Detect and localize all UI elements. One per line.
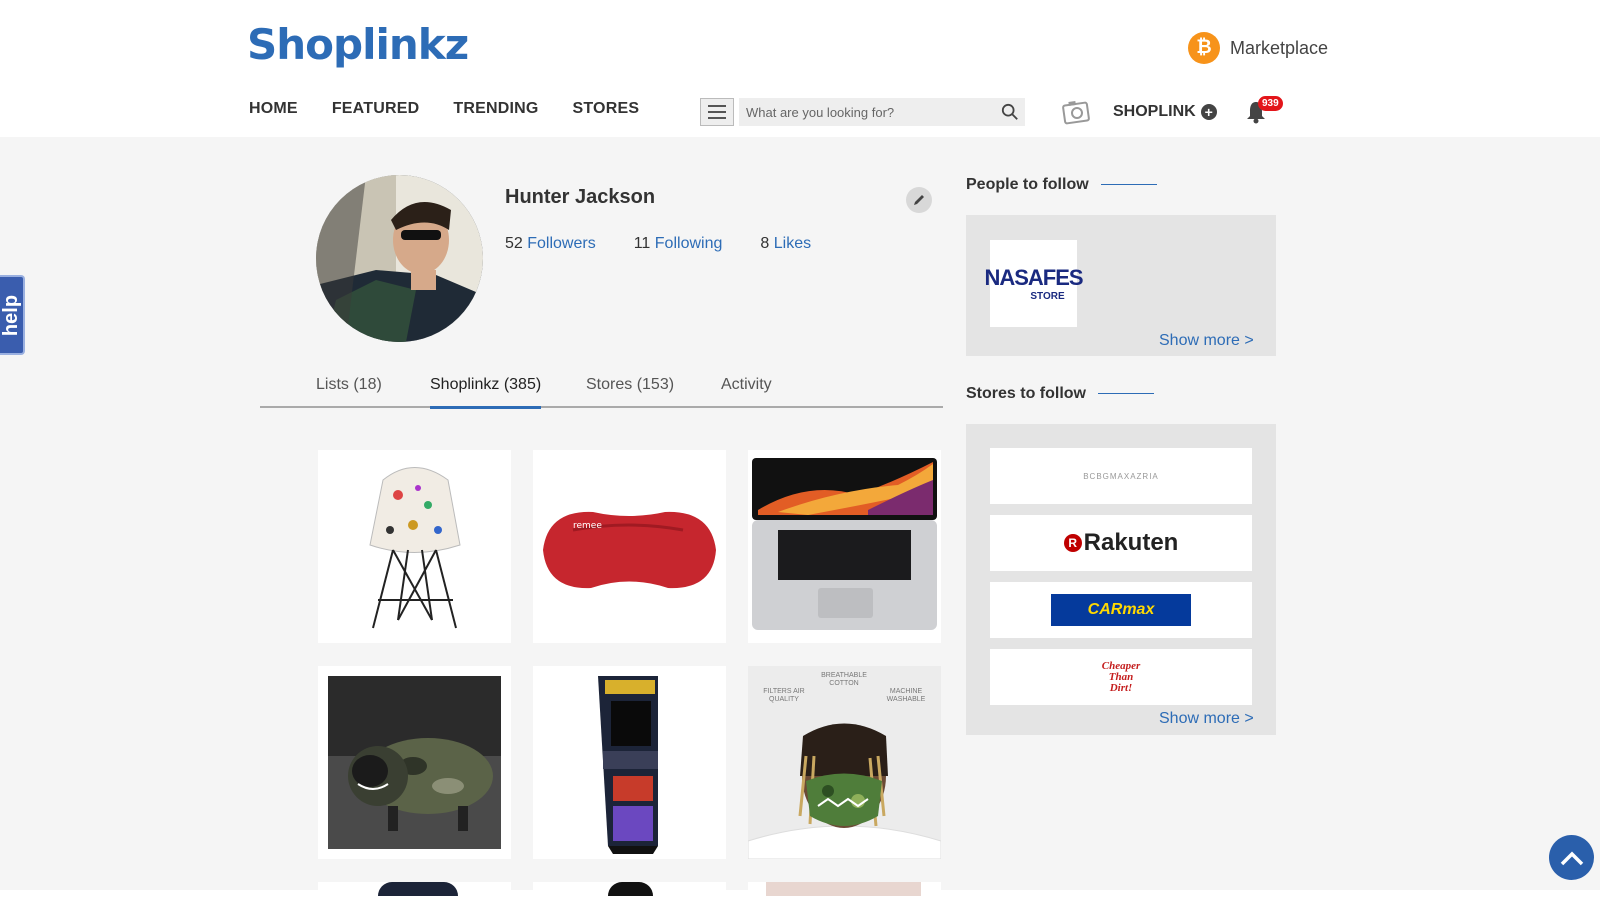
search-icon[interactable] — [1001, 103, 1019, 121]
product-card-dog-hoodie[interactable] — [318, 666, 511, 859]
nasafes-sub: STORE — [1030, 291, 1065, 302]
nasafes-name: NASAFES — [984, 265, 1083, 290]
people-to-follow-panel: NASAFES STORE Show more > — [966, 215, 1276, 356]
nav-home[interactable]: HOME — [249, 100, 298, 118]
search-input[interactable] — [739, 98, 989, 126]
tab-shoplinkz[interactable]: Shoplinkz (385) — [430, 376, 542, 409]
bitcoin-icon: ₿ — [1188, 32, 1220, 64]
store-card-bcbg[interactable]: BCBGMAXAZRIA — [990, 448, 1252, 504]
shoplink-label: SHOPLINK — [1113, 103, 1196, 120]
stores-to-follow-title: Stores to follow — [966, 385, 1154, 403]
store-name: Rakuten — [1083, 529, 1179, 556]
mask-banner-right: MACHINE WASHABLE — [886, 688, 926, 703]
store-name: CARmax — [1087, 601, 1155, 618]
scroll-to-top-button[interactable] — [1549, 835, 1594, 880]
notification-badge: 939 — [1258, 96, 1283, 111]
people-show-more-link[interactable]: Show more > — [1159, 332, 1254, 350]
edit-profile-icon[interactable] — [906, 187, 932, 213]
nav-trending[interactable]: TRENDING — [453, 100, 538, 118]
hamburger-menu-icon[interactable] — [700, 98, 734, 126]
stores-to-follow-label: Stores to follow — [966, 385, 1086, 402]
mask-banner-left: FILTERS AIR QUALITY — [763, 688, 805, 703]
profile-stats: 52 Followers 11 Following 8 Likes — [505, 235, 811, 253]
help-tab[interactable]: help — [0, 275, 25, 355]
mask-banner-center: BREATHABLE COTTON — [821, 672, 867, 687]
store-name: Cheaper Than Dirt! — [1101, 659, 1141, 694]
plus-icon: + — [1200, 104, 1217, 120]
store-name: BCBGMAXAZRIA — [1083, 471, 1159, 481]
avatar — [316, 175, 483, 342]
tab-lists[interactable]: Lists (18) — [316, 376, 382, 406]
store-card-rakuten[interactable]: R Rakuten — [990, 515, 1252, 571]
product-card-partial[interactable] — [318, 882, 511, 896]
tab-activity[interactable]: Activity — [721, 376, 772, 406]
product-card-macbook[interactable] — [748, 450, 941, 643]
marketplace-label: Marketplace — [1230, 37, 1329, 58]
help-label: help — [0, 294, 22, 336]
product-card-sleep-mask[interactable]: remee — [533, 450, 726, 643]
people-to-follow-title: People to follow — [966, 176, 1157, 194]
people-to-follow-label: People to follow — [966, 176, 1089, 193]
top-header: Shoplinkz ₿ Marketplace HOME FEATURED TR… — [0, 0, 1600, 137]
store-card-carmax[interactable]: CARmax — [990, 582, 1252, 638]
followers-link[interactable]: Followers — [527, 235, 595, 252]
profile-tabs: Lists (18) Shoplinkz (385) Stores (153) … — [260, 370, 943, 409]
followers-stat[interactable]: 52 Followers — [505, 235, 596, 253]
likes-count: 8 — [760, 235, 770, 252]
people-card-nasafes[interactable]: NASAFES STORE — [984, 240, 1084, 327]
chevron-up-icon — [1560, 851, 1583, 865]
followers-count: 52 — [505, 235, 523, 252]
likes-stat[interactable]: 8 Likes — [760, 235, 811, 253]
following-stat[interactable]: 11 Following — [634, 235, 723, 253]
svg-text:remee: remee — [573, 521, 602, 531]
nav-featured[interactable]: FEATURED — [332, 100, 420, 118]
main-nav: HOME FEATURED TRENDING STORES — [249, 100, 639, 118]
profile-name: Hunter Jackson — [505, 186, 656, 208]
rakuten-logo-icon: R — [1063, 534, 1082, 552]
product-card-partial[interactable] — [748, 882, 941, 896]
store-card-cheaper-than-dirt[interactable]: Cheaper Than Dirt! — [990, 649, 1252, 705]
product-card-chair[interactable] — [318, 450, 511, 643]
camera-icon[interactable] — [1061, 97, 1093, 127]
stores-show-more-link[interactable]: Show more > — [1159, 710, 1254, 728]
following-count: 11 — [633, 235, 651, 252]
following-link[interactable]: Following — [655, 235, 723, 252]
nav-stores[interactable]: STORES — [573, 100, 640, 118]
search-bar — [739, 98, 1025, 126]
tab-stores[interactable]: Stores (153) — [586, 376, 674, 406]
stores-to-follow-panel: BCBGMAXAZRIA R Rakuten CARmax Cheaper Th… — [966, 424, 1276, 735]
marketplace-link[interactable]: ₿ Marketplace — [1188, 32, 1328, 64]
site-logo[interactable]: Shoplinkz — [247, 20, 469, 69]
product-card-camo-mask[interactable]: FILTERS AIR QUALITY BREATHABLE COTTON MA… — [748, 666, 941, 859]
product-card-partial[interactable] — [533, 882, 726, 896]
product-card-arcade-cabinet[interactable] — [533, 666, 726, 859]
likes-link[interactable]: Likes — [774, 235, 811, 252]
add-shoplink-button[interactable]: SHOPLINK + — [1113, 103, 1217, 121]
